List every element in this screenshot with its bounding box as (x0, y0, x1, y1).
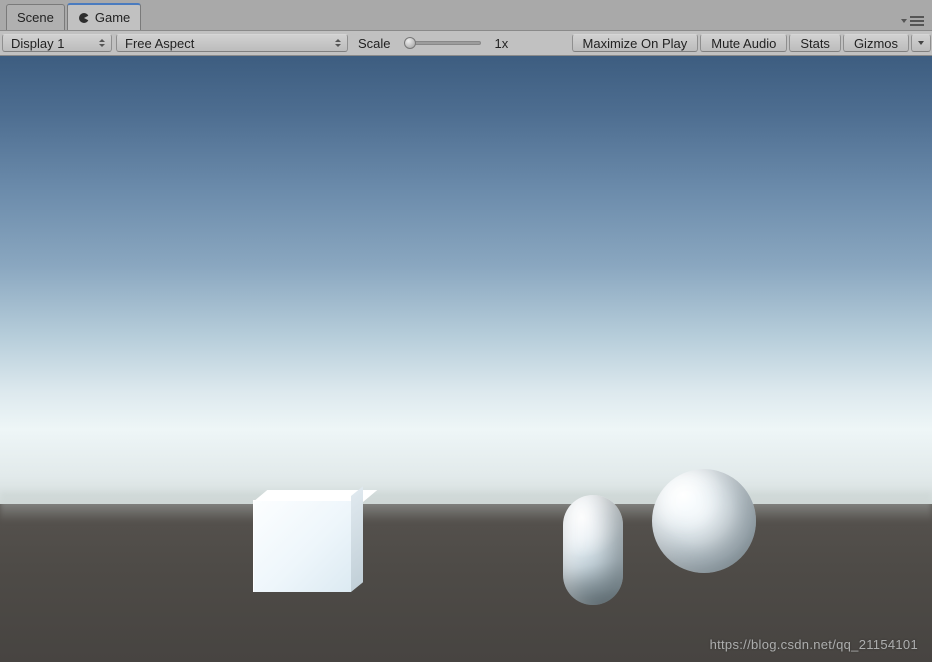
scale-slider[interactable] (395, 31, 493, 55)
dropdown-icon (901, 19, 907, 23)
tab-strip: Scene Game (0, 0, 932, 30)
game-icon (78, 12, 90, 24)
scale-slider-track (407, 41, 481, 45)
tab-game-label: Game (95, 10, 130, 25)
aspect-dropdown-label: Free Aspect (125, 36, 194, 51)
skybox (0, 56, 932, 523)
hamburger-icon (910, 16, 924, 26)
capsule-object (563, 495, 623, 605)
tab-scene-label: Scene (17, 10, 54, 25)
game-toolbar: Display 1 Free Aspect Scale 1x Maximize … (0, 30, 932, 56)
display-dropdown[interactable]: Display 1 (2, 34, 112, 52)
panel-menu[interactable] (901, 16, 924, 26)
game-viewport[interactable]: https://blog.csdn.net/qq_21154101 (0, 56, 932, 662)
chevron-down-icon (918, 41, 924, 45)
gizmos-label: Gizmos (854, 36, 898, 51)
tab-scene[interactable]: Scene (6, 4, 65, 30)
stats-button[interactable]: Stats (789, 34, 841, 52)
scale-value: 1x (493, 31, 519, 55)
gizmos-button[interactable]: Gizmos (843, 34, 909, 52)
horizon (0, 492, 932, 522)
watermark-text: https://blog.csdn.net/qq_21154101 (710, 637, 918, 652)
toolbar-spacer (518, 31, 570, 55)
tab-game[interactable]: Game (67, 3, 141, 30)
cube-object (253, 490, 363, 592)
maximize-on-play-label: Maximize On Play (583, 36, 688, 51)
updown-icon (335, 39, 341, 47)
display-dropdown-label: Display 1 (11, 36, 64, 51)
updown-icon (99, 39, 105, 47)
aspect-dropdown[interactable]: Free Aspect (116, 34, 348, 52)
mute-audio-button[interactable]: Mute Audio (700, 34, 787, 52)
scale-slider-thumb[interactable] (404, 37, 416, 49)
sphere-object (652, 469, 756, 573)
maximize-on-play-button[interactable]: Maximize On Play (572, 34, 699, 52)
stats-label: Stats (800, 36, 830, 51)
scale-label: Scale (350, 31, 395, 55)
mute-audio-label: Mute Audio (711, 36, 776, 51)
gizmos-dropdown-button[interactable] (911, 34, 931, 52)
